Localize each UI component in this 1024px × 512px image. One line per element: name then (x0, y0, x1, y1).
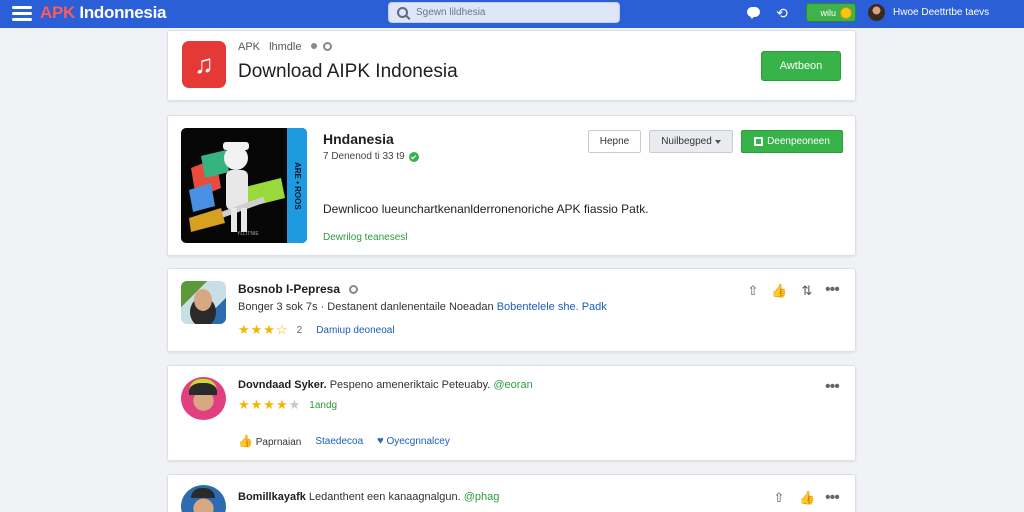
download-button[interactable]: Deenpeoneen (741, 130, 843, 153)
help-button[interactable]: Hepne (588, 130, 641, 153)
hamburger-menu-icon[interactable] (12, 6, 32, 22)
coins-badge[interactable]: wilu (806, 3, 856, 22)
mention-link[interactable]: @eoran (493, 379, 532, 391)
gear-icon[interactable] (322, 42, 332, 51)
more-options-icon[interactable]: ••• (825, 282, 840, 298)
game-artwork-icon (189, 142, 285, 232)
post-card: Dovndaad Syker. Pespeno ameneriktaic Pet… (167, 365, 856, 461)
comment-link[interactable]: Staedecoa (315, 436, 363, 447)
repost-icon[interactable]: ⇅ (800, 284, 814, 298)
rating-row: ★★★☆ 2 Damiup deoneoal (238, 322, 395, 337)
mention-link[interactable]: @phag (464, 491, 500, 503)
sync-icon[interactable]: ⟲ (774, 5, 790, 21)
share-icon[interactable]: ⇧ (746, 284, 760, 298)
page-title: Download AIPK Indonesia (238, 61, 458, 82)
featured-app-card: ARE • ROOS YLLITNIE Hndanesia 7 Denenod … (167, 115, 856, 256)
user-avatar[interactable] (868, 4, 885, 21)
app-header-card: ♫ APK lhmdle Download AIPK Indonesia Awt… (167, 30, 856, 101)
breadcrumb: APK lhmdle (238, 41, 332, 53)
avatar[interactable] (181, 281, 226, 324)
featured-stripe: ARE • ROOS (287, 128, 307, 243)
download-box-icon (754, 137, 764, 146)
favorite-button[interactable]: ♥ Oyecgnnalcey (377, 435, 450, 447)
post-author[interactable]: Bomillkayafk (238, 491, 306, 503)
featured-meta: 7 Denenod ti 33 t9 (323, 151, 419, 162)
music-note-icon: ♫ (182, 41, 226, 88)
thumbs-up-icon: 👍 (238, 434, 253, 448)
star-rating: ★★★★★ (238, 397, 302, 412)
featured-title[interactable]: Hndanesia (323, 131, 394, 147)
primary-action-button[interactable]: Awtbeon (761, 51, 841, 81)
like-icon[interactable]: 👍 (799, 491, 815, 505)
post-link[interactable]: Damiup deoneoal (316, 325, 394, 336)
avatar[interactable] (181, 377, 226, 420)
featured-link[interactable]: Dewrilog teanesesl (323, 232, 408, 243)
search-icon (397, 7, 408, 18)
top-bar: APK Indonnesia Sgewn lildhesia ⟲ wilu Hw… (0, 0, 1024, 28)
featured-description: Dewnlicoo lueunchartkenanlderronenoriche… (323, 202, 649, 216)
post-text: Bomillkayafk Ledanthent een kanaagnalgun… (238, 491, 500, 503)
separator-dot-icon (310, 43, 317, 49)
image-tag: YLLITNIE (237, 231, 259, 237)
heart-icon: ♥ (377, 435, 384, 447)
chevron-down-icon (714, 139, 721, 144)
post-text: Bonger 3 sok 7s · Destanent danlenentail… (238, 301, 607, 313)
post-author[interactable]: Dovndaad Syker. (238, 379, 327, 391)
more-options-icon[interactable]: ••• (825, 490, 840, 506)
verified-icon (408, 151, 419, 162)
coin-icon (840, 6, 852, 19)
search-input[interactable]: Sgewn lildhesia (388, 2, 620, 23)
like-icon[interactable]: 👍 (771, 284, 787, 298)
search-placeholder: Sgewn lildhesia (416, 7, 486, 18)
more-options-icon[interactable]: ••• (825, 379, 840, 395)
site-logo[interactable]: APK Indonnesia (40, 3, 166, 23)
chat-icon[interactable] (746, 5, 762, 21)
post-actions: 👍 Paprnaian Staedecoa ♥ Oyecgnnalcey (238, 434, 450, 448)
share-icon[interactable]: ⇧ (772, 491, 786, 505)
post-author[interactable]: Bosnob I-Pepresa (238, 282, 359, 296)
post-card: Bomillkayafk Ledanthent een kanaagnalgun… (167, 474, 856, 512)
avatar[interactable] (181, 485, 226, 512)
post-text: Dovndaad Syker. Pespeno ameneriktaic Pet… (238, 379, 533, 391)
featured-image[interactable]: ARE • ROOS YLLITNIE (181, 128, 307, 243)
filter-select[interactable]: Nuilbegped (649, 130, 733, 153)
star-rating: ★★★☆ (238, 322, 289, 337)
post-card: Bosnob I-Pepresa Bonger 3 sok 7s · Desta… (167, 268, 856, 352)
settings-icon[interactable] (349, 285, 359, 294)
user-name[interactable]: Hwoe Deettrtbe taevs (893, 7, 989, 18)
rating-row: ★★★★★ 1andg (238, 397, 338, 412)
like-button[interactable]: 👍 Paprnaian (238, 434, 301, 448)
